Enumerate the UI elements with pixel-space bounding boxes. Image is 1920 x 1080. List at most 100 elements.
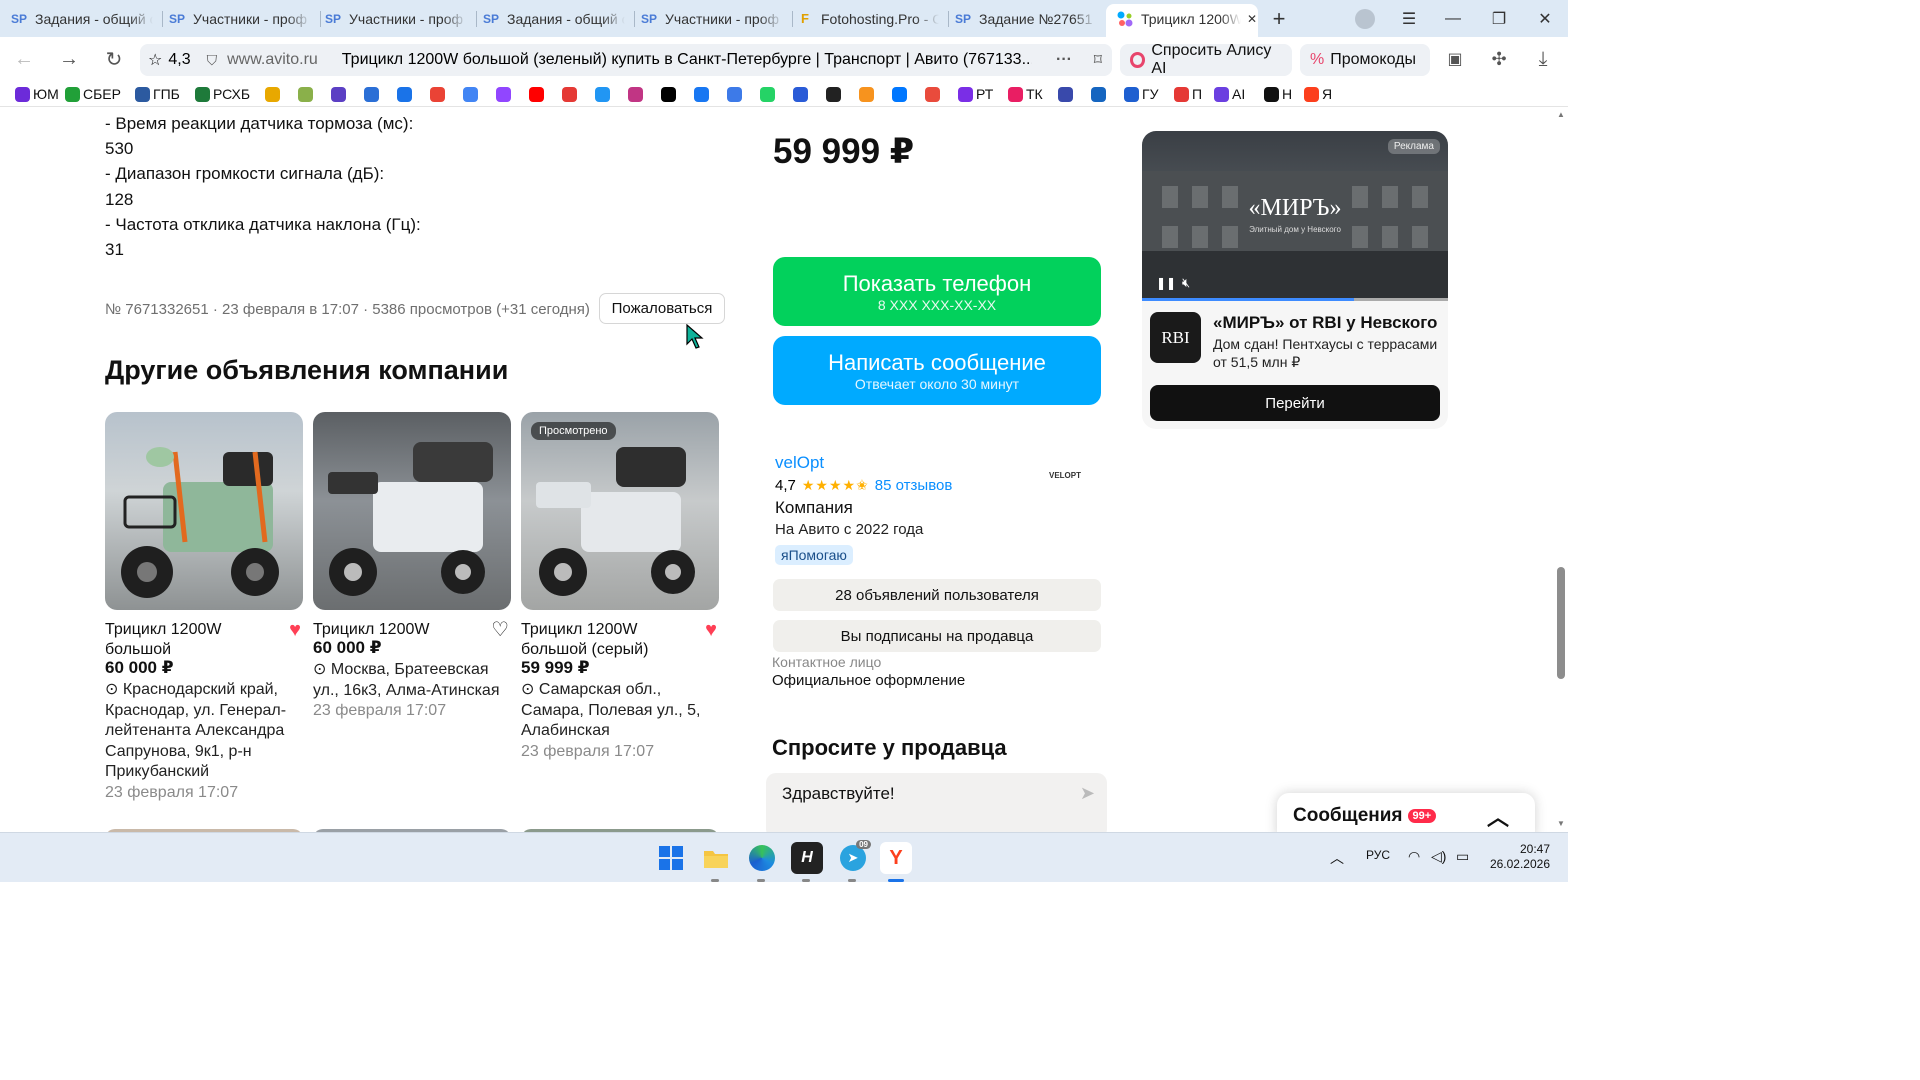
bookmark-item[interactable] <box>562 85 580 103</box>
ad-video[interactable]: Реклама «МИРЪ» Элитный дом у Невского ❚❚… <box>1142 131 1448 301</box>
close-tab-icon[interactable]: ✕ <box>1247 12 1257 26</box>
bookmark-item[interactable]: СБЕР <box>65 85 121 103</box>
edge-browser-icon[interactable] <box>746 842 778 874</box>
bookmark-item[interactable]: РСХБ <box>195 85 250 103</box>
minimize-button[interactable]: — <box>1430 0 1476 37</box>
browser-tab[interactable]: SP Участники - проф <box>168 4 316 33</box>
browser-tab[interactable]: SP Задания - общий с <box>482 4 630 33</box>
listing-card[interactable]: Трицикл 1200W большой ♥ 60 000 ₽ ⊙ Красн… <box>105 412 303 803</box>
chevron-up-icon[interactable]: ︿ <box>1487 800 1509 832</box>
bookmark-item[interactable]: РТ <box>958 85 993 103</box>
bookmark-item[interactable] <box>793 85 811 103</box>
seller-name[interactable]: velOpt <box>775 453 824 473</box>
bookmark-item[interactable] <box>859 85 877 103</box>
bookmark-item[interactable]: AI <box>1214 85 1245 103</box>
bookmark-item[interactable]: ТК <box>1008 85 1043 103</box>
tabs-menu-icon[interactable]: ☰ <box>1386 0 1432 37</box>
wifi-icon[interactable]: ◠ <box>1408 848 1420 865</box>
telegram-icon[interactable]: ➤ 09 <box>837 840 871 874</box>
bookmark-item[interactable]: Н <box>1264 85 1292 103</box>
mute-icon[interactable]: 🔇︎ <box>1182 275 1190 291</box>
bookmark-item[interactable] <box>628 85 646 103</box>
show-phone-button[interactable]: Показать телефон 8 XXX XXX-XX-XX <box>773 257 1101 326</box>
bookmark-item[interactable] <box>925 85 943 103</box>
bookmark-item[interactable] <box>463 85 481 103</box>
bookmark-item[interactable] <box>364 85 382 103</box>
bookmark-item[interactable] <box>529 85 547 103</box>
download-icon[interactable]: ⤓ <box>1528 44 1558 74</box>
browser-tab[interactable]: SP Участники - проф <box>640 4 788 33</box>
volume-icon[interactable]: ◁) <box>1431 848 1446 865</box>
close-window-button[interactable]: ✕ <box>1522 0 1568 37</box>
reviews-link[interactable]: 85 отзывов <box>875 477 953 494</box>
send-icon[interactable]: ➤ <box>1080 783 1095 804</box>
app-h-icon[interactable]: H <box>791 842 823 874</box>
listing-card[interactable]: Трицикл 1200W ♡ 60 000 ₽ ⊙ Москва, Брате… <box>313 412 511 722</box>
help-badge[interactable]: яПомогаю <box>775 545 853 565</box>
heart-outline-icon[interactable]: ♡ <box>491 620 509 640</box>
browser-tab[interactable]: SP Задания - общий с <box>10 4 158 33</box>
scroll-down-icon[interactable]: ▼ <box>1557 819 1565 828</box>
bookmark-item[interactable] <box>760 85 778 103</box>
listing-photo[interactable] <box>313 412 511 610</box>
extensions-icon[interactable]: ✣ <box>1484 44 1514 74</box>
forward-icon[interactable]: → <box>54 44 84 74</box>
heart-filled-icon[interactable]: ♥ <box>705 620 717 640</box>
heart-filled-icon[interactable]: ♥ <box>289 620 301 640</box>
advertisement[interactable]: Реклама «МИРЪ» Элитный дом у Невского ❚❚… <box>1142 131 1448 429</box>
maximize-button[interactable]: ❐ <box>1476 0 1522 37</box>
yandex-browser-icon[interactable]: Y <box>880 842 912 874</box>
complain-button[interactable]: Пожаловаться <box>599 293 725 324</box>
listing-card[interactable]: Просмотрено Трицикл 1200W большой (серый… <box>521 412 719 762</box>
new-tab-button[interactable]: + <box>1262 0 1296 37</box>
more-icon[interactable]: ··· <box>1056 51 1072 69</box>
browser-tab[interactable]: F Fotohosting.Pro - С <box>796 4 944 33</box>
listing-title[interactable]: Трицикл 1200W большой (серый) <box>521 620 691 660</box>
profile-icon[interactable] <box>1342 0 1388 37</box>
bookmark-icon[interactable]: ⌑ <box>1094 50 1102 70</box>
windows-start-icon[interactable] <box>655 842 687 874</box>
subscribed-button[interactable]: Вы подписаны на продавца <box>773 620 1101 652</box>
image-icon[interactable]: ▣ <box>1440 44 1470 74</box>
listing-title[interactable]: Трицикл 1200W большой <box>105 620 275 660</box>
page-scrollbar[interactable]: ▲ ▼ <box>1554 107 1568 832</box>
bookmark-item[interactable]: ГУ <box>1124 85 1158 103</box>
listing-photo[interactable]: Просмотрено <box>521 412 719 610</box>
seller-logo[interactable]: VELOPT <box>1040 453 1090 497</box>
bookmark-item[interactable] <box>661 85 679 103</box>
alice-button[interactable]: Спросить Алису AI <box>1120 42 1292 77</box>
browser-tab[interactable]: SP Задание №27651 <box>954 4 1102 33</box>
bookmark-item[interactable]: ЮМ <box>15 85 59 103</box>
bookmark-item[interactable] <box>595 85 613 103</box>
bookmark-item[interactable] <box>298 85 316 103</box>
bookmark-item[interactable] <box>826 85 844 103</box>
bookmark-item[interactable] <box>331 85 349 103</box>
scrollbar-thumb[interactable] <box>1557 567 1565 679</box>
url-field[interactable]: ☆ 4,3 ⛉ www.avito.ru Трицикл 1200W больш… <box>140 44 1112 76</box>
clock[interactable]: 20:47 26.02.2026 <box>1488 842 1550 872</box>
user-listings-button[interactable]: 28 объявлений пользователя <box>773 579 1101 611</box>
tray-chevron-icon[interactable]: ︿ <box>1330 848 1344 868</box>
ad-logo[interactable]: RBI <box>1150 312 1201 363</box>
bookmark-item[interactable] <box>694 85 712 103</box>
bookmark-item[interactable]: ГПБ <box>135 85 180 103</box>
bookmark-item[interactable] <box>727 85 745 103</box>
bookmark-item[interactable]: Я <box>1304 85 1332 103</box>
browser-tab[interactable]: Трицикл 1200W ✕ <box>1106 4 1258 37</box>
bookmark-item[interactable] <box>430 85 448 103</box>
language-indicator[interactable]: РУС <box>1366 848 1390 862</box>
pause-icon[interactable]: ❚❚ <box>1156 276 1176 290</box>
bookmark-item[interactable] <box>1058 85 1076 103</box>
ad-title[interactable]: «МИРЪ» от RBI у Невского <box>1213 313 1437 333</box>
bookmark-item[interactable] <box>892 85 910 103</box>
write-message-button[interactable]: Написать сообщение Отвечает около 30 мин… <box>773 336 1101 405</box>
back-icon[interactable]: ← <box>9 44 39 74</box>
bookmark-item[interactable] <box>496 85 514 103</box>
listing-title[interactable]: Трицикл 1200W <box>313 620 483 640</box>
ask-seller-input[interactable]: Здравствуйте! ➤ <box>766 773 1107 832</box>
ad-go-button[interactable]: Перейти <box>1150 385 1440 421</box>
bookmark-item[interactable] <box>1091 85 1109 103</box>
messages-widget[interactable]: Сообщения 99+ ︿ <box>1277 793 1535 832</box>
bookmark-item[interactable] <box>265 85 283 103</box>
scroll-up-icon[interactable]: ▲ <box>1557 110 1565 119</box>
